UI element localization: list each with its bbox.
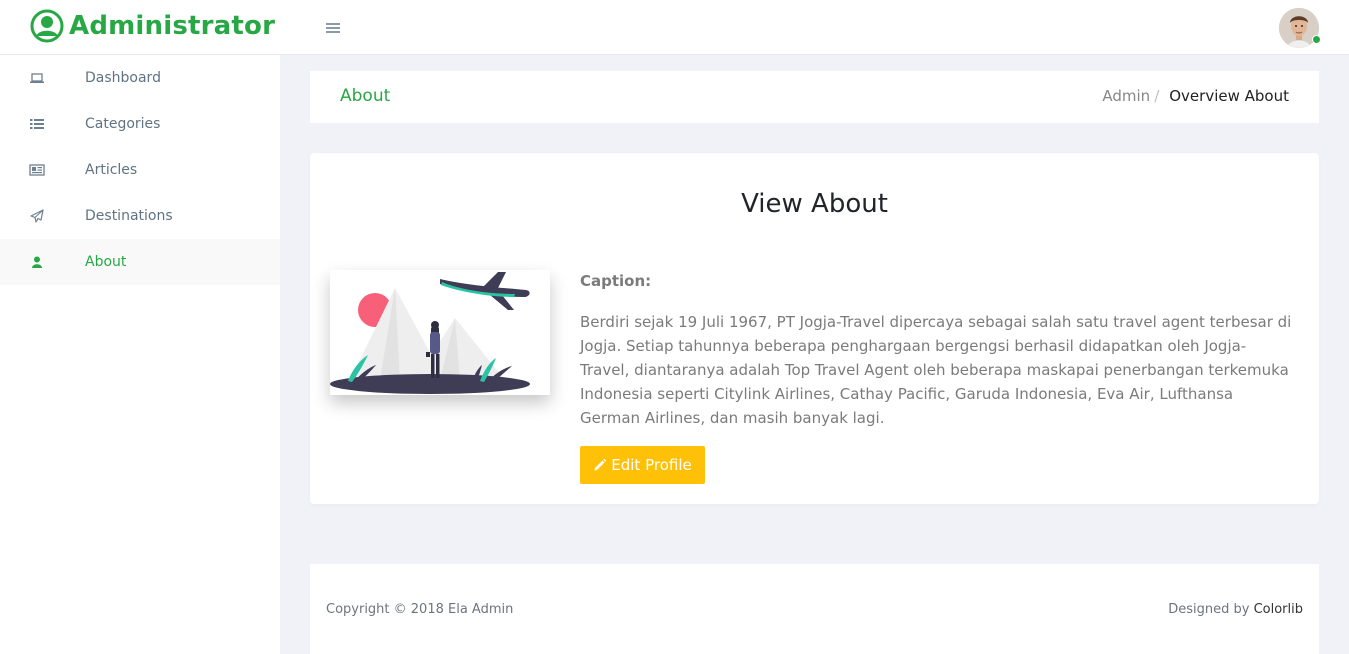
- user-circle-icon: [30, 9, 64, 43]
- sidebar-item-about[interactable]: About: [0, 239, 280, 285]
- sidebar-item-label: Categories: [85, 116, 161, 132]
- pencil-icon: [594, 458, 607, 471]
- user-icon: [29, 254, 45, 270]
- sidebar-item-categories[interactable]: Categories: [0, 101, 280, 147]
- list-icon: [29, 116, 45, 132]
- edit-profile-button[interactable]: Edit Profile: [580, 446, 705, 484]
- hamburger-icon: [326, 23, 340, 25]
- breadcrumb-current: Overview About: [1169, 87, 1289, 105]
- about-card: View About Caption: Berdiri sejak 19 Jul…: [310, 153, 1319, 504]
- sidebar-item-label: Dashboard: [85, 70, 161, 86]
- breadcrumb: Admin / Overview About: [1102, 87, 1289, 105]
- online-status-indicator: [1312, 35, 1321, 44]
- card-title: View About: [741, 189, 888, 219]
- page-title: About: [340, 86, 391, 106]
- brand-logo[interactable]: Administrator: [30, 7, 275, 45]
- sidebar-item-label: About: [85, 254, 127, 270]
- sidebar-item-articles[interactable]: Articles: [0, 147, 280, 193]
- designed-by-text: Designed by Colorlib: [1168, 602, 1303, 617]
- breadcrumb-admin-link[interactable]: Admin: [1102, 87, 1150, 105]
- edit-profile-label: Edit Profile: [611, 456, 692, 474]
- sidebar: Dashboard Categories Articles Destinatio…: [0, 55, 280, 654]
- caption-label: Caption:: [580, 272, 652, 290]
- newspaper-icon: [29, 162, 45, 178]
- sidebar-item-dashboard[interactable]: Dashboard: [0, 55, 280, 101]
- caption-text: Berdiri sejak 19 Juli 1967, PT Jogja-Tra…: [580, 313, 1292, 427]
- menu-toggle-button[interactable]: [324, 20, 342, 36]
- copyright-text: Copyright © 2018 Ela Admin: [326, 602, 514, 617]
- designer-link[interactable]: Colorlib: [1254, 602, 1303, 617]
- laptop-icon: [29, 70, 45, 86]
- sidebar-item-destinations[interactable]: Destinations: [0, 193, 280, 239]
- brand-title: Administrator: [69, 11, 276, 41]
- breadcrumb-separator: /: [1154, 87, 1160, 105]
- sidebar-item-label: Destinations: [85, 208, 173, 224]
- travel-illustration: [330, 270, 550, 395]
- top-header: Administrator: [0, 0, 1349, 55]
- sidebar-item-label: Articles: [85, 162, 138, 178]
- page-header: About Admin / Overview About: [310, 71, 1319, 123]
- footer: Copyright © 2018 Ela Admin Designed by C…: [310, 564, 1319, 654]
- paper-plane-icon: [29, 208, 45, 224]
- designed-by-label: Designed by: [1168, 602, 1250, 617]
